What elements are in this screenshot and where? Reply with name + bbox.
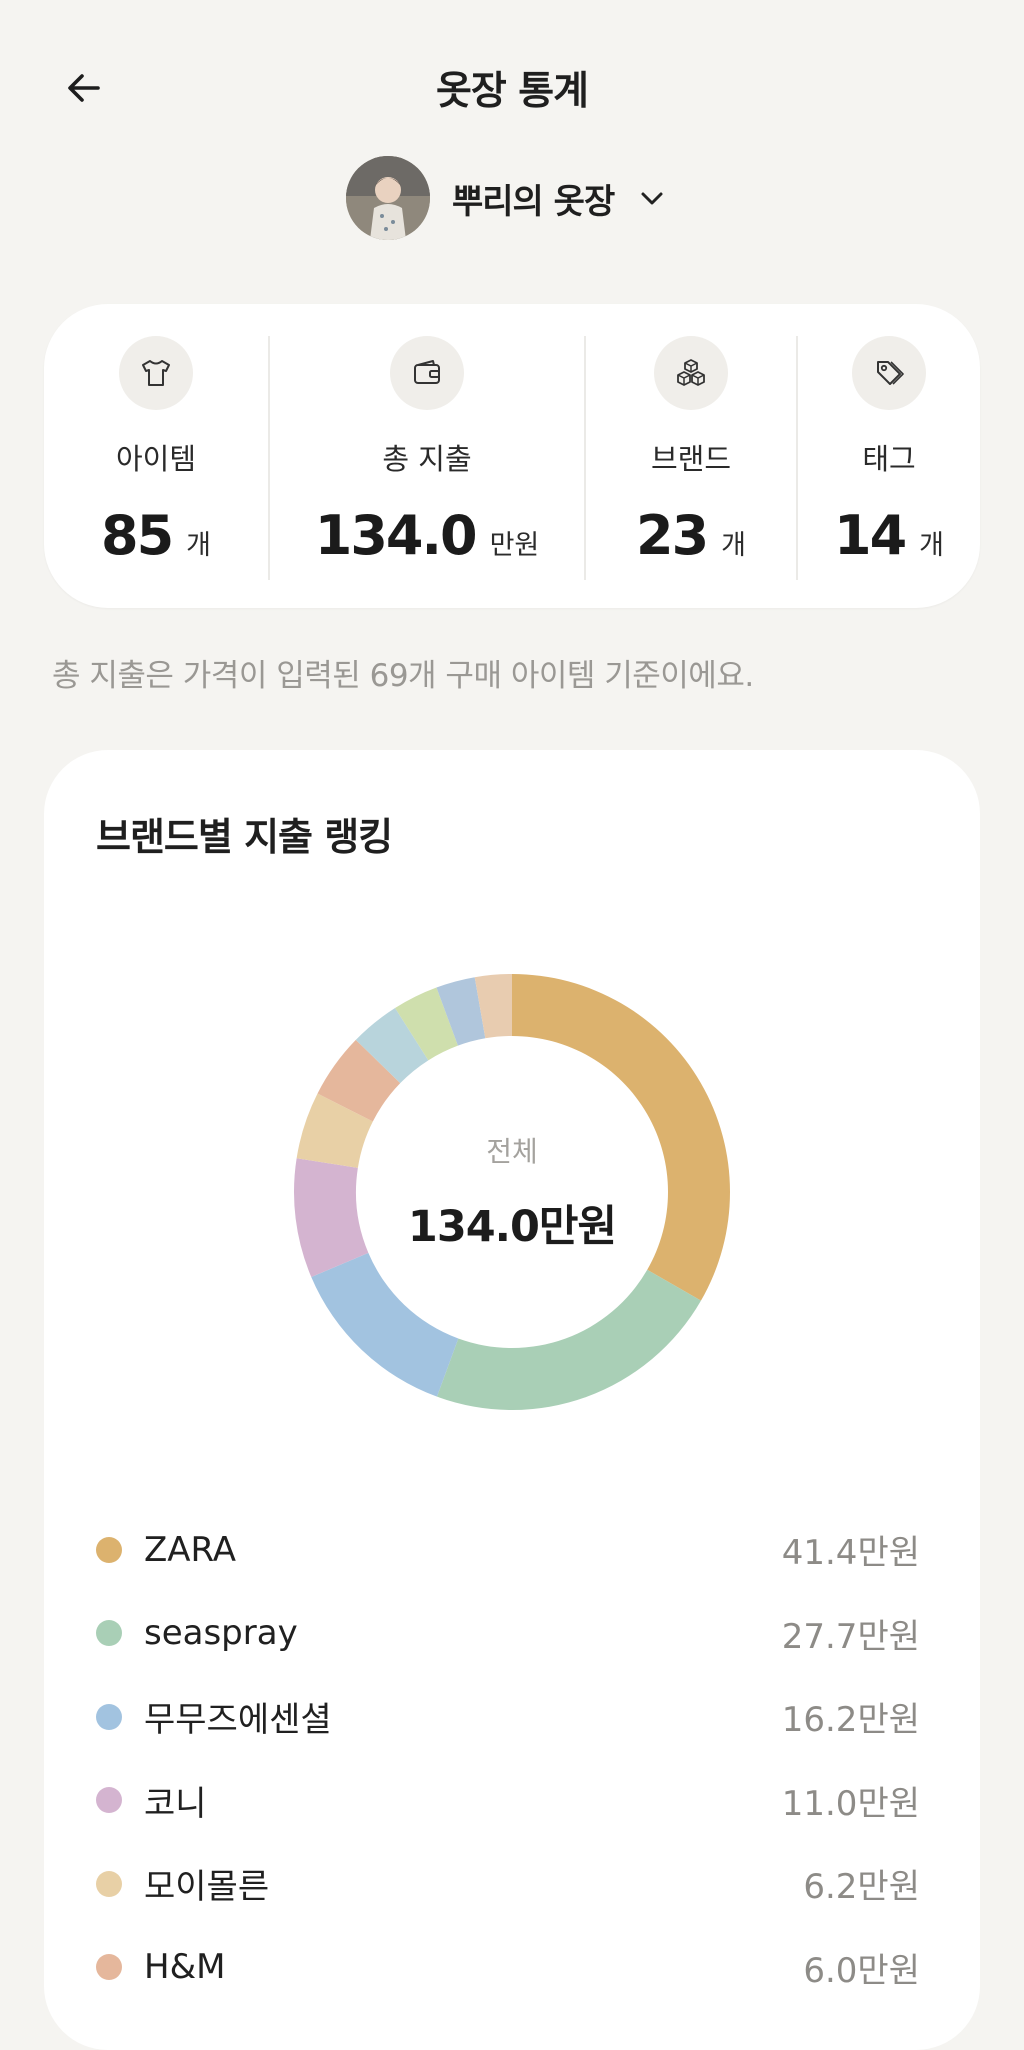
legend-value: 6.2만원 [803,1867,920,1908]
legend-value: 27.7만원 [781,1616,920,1657]
legend-dot [96,1620,122,1647]
stat-unit: 만원 [489,530,540,561]
stat-value: 85 [101,504,174,567]
ranking-title: 브랜드별 지출 랭킹 [96,815,393,859]
closet-selector[interactable]: 뿌리의 옷장 [346,156,666,240]
legend-value: 11.0만원 [781,1783,920,1824]
legend-label-group: seaspray [96,1613,298,1653]
legend-label-group: 코니 [96,1776,207,1825]
legend-dot [96,1787,122,1814]
legend-label-group: 무무즈에센셜 [96,1692,332,1741]
legend-brand-name: H&M [144,1947,226,1988]
stat-value: 14 [834,504,907,567]
avatar [346,156,430,240]
donut-chart [294,974,730,1410]
legend-label-group: 모이몰른 [96,1859,269,1908]
spending-note: 총 지출은 가격이 입력된 69개 구매 아이템 기준이에요. [52,658,754,694]
donut-slice[interactable] [436,1269,701,1410]
tag-icon [852,336,926,410]
stat-label: 브랜드 [650,442,732,476]
stat-brands: 브랜드 23 개 [586,304,796,608]
brand-legend: ZARA 41.4만원 seaspray 27.7만원무무즈에센셜 16.2만원코니 11… [96,1508,928,2009]
stat-value: 23 [636,504,709,567]
legend-brand-name: ZARA [144,1529,237,1570]
legend-brand-name: 무무즈에센셜 [144,1700,332,1741]
legend-brand-name: 모이몰른 [144,1867,270,1908]
stat-unit: 개 [919,530,944,561]
stat-label: 총 지출 [382,442,472,476]
legend-item[interactable]: seaspray 27.7만원 [96,1592,928,1676]
donut-slice[interactable] [512,974,730,1301]
legend-dot [96,1870,122,1897]
donut-slice[interactable] [311,1252,459,1397]
stat-unit: 개 [186,530,211,561]
brand-ranking-card: 브랜드별 지출 랭킹 전체 134.0만원 ZARA 41.4만원 seaspray… [44,750,980,2050]
legend-item[interactable]: ZARA 41.4만원 [96,1508,928,1592]
stat-label: 아이템 [115,442,197,476]
stat-value: 134.0 [314,504,478,567]
legend-value: 41.4만원 [781,1533,920,1574]
header: 옷장 통계 [0,0,1024,180]
legend-value: 6.0만원 [803,1950,920,1991]
legend-label-group: ZARA [96,1530,236,1570]
legend-dot [96,1703,122,1730]
legend-dot [96,1954,122,1981]
page-title: 옷장 통계 [435,69,589,114]
stat-tags: 태그 14 개 [798,304,980,608]
legend-dot [96,1536,122,1563]
stats-card: 아이템 85 개 총 지출 134.0 만원 브랜드 23 개 태그 14 개 [44,304,980,608]
legend-brand-name: seaspray [144,1613,298,1654]
legend-label-group: H&M [96,1947,225,1987]
stat-total-spend: 총 지출 134.0 만원 [270,304,584,608]
legend-item[interactable]: H&M 6.0만원 [96,1926,928,2010]
legend-brand-name: 코니 [144,1783,207,1824]
stat-label: 태그 [862,442,916,476]
stat-items: 아이템 85 개 [44,304,268,608]
legend-value: 16.2만원 [781,1700,920,1741]
stat-unit: 개 [721,530,746,561]
boxes-icon [654,336,728,410]
legend-item[interactable]: 무무즈에센셜 16.2만원 [96,1675,928,1759]
wallet-icon [390,336,464,410]
legend-item[interactable]: 모이몰른 6.2만원 [96,1842,928,1926]
chevron-down-icon[interactable] [638,184,666,212]
tshirt-icon [119,336,193,410]
closet-name: 뿌리의 옷장 [452,181,615,222]
legend-item[interactable]: 코니 11.0만원 [96,1759,928,1843]
